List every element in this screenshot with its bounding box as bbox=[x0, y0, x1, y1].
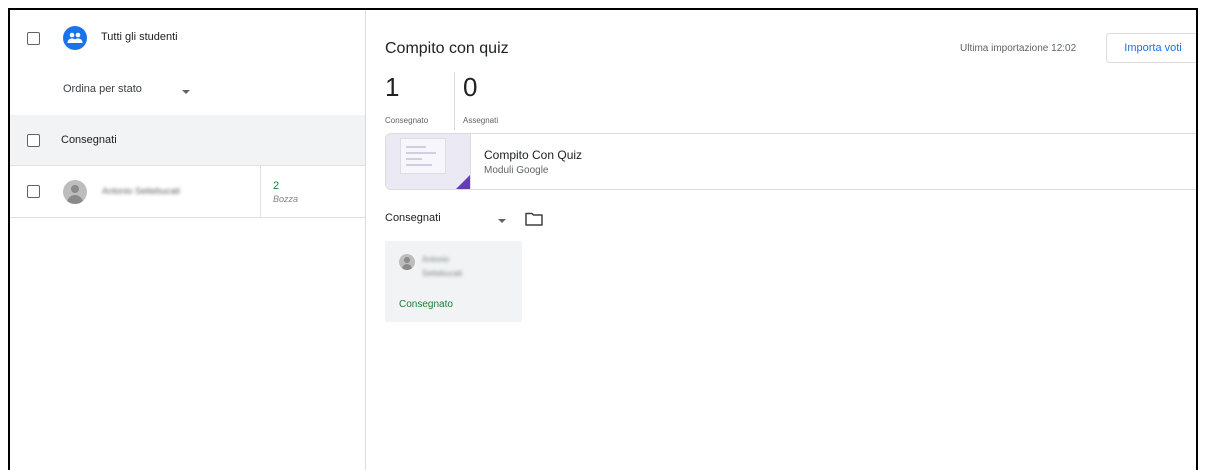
student-list-panel: Tutti gli studenti Ordina per stato Cons… bbox=[10, 10, 366, 470]
attachment-title: Compito Con Quiz bbox=[484, 148, 583, 162]
all-students-label: Tutti gli studenti bbox=[101, 31, 178, 43]
grade-status: Bozza bbox=[273, 194, 299, 204]
assignment-title: Compito con quiz bbox=[385, 40, 509, 57]
classroom-grading-window: Tutti gli studenti Ordina per stato Cons… bbox=[8, 8, 1198, 470]
select-all-checkbox[interactable] bbox=[27, 32, 40, 45]
turned-in-label: Consegnato bbox=[385, 116, 429, 125]
people-icon bbox=[63, 26, 87, 50]
group-label: Consegnati bbox=[61, 134, 117, 146]
student-name: Antonio Settebucati bbox=[102, 186, 181, 196]
student-row[interactable]: Antonio Settebucati 2 Bozza bbox=[10, 166, 365, 218]
turned-in-stat[interactable]: 1 Consegnato bbox=[385, 72, 453, 130]
filter-label: Consegnati bbox=[385, 212, 441, 224]
turned-in-count: 1 bbox=[385, 72, 400, 102]
attachment-subtitle: Moduli Google bbox=[484, 165, 549, 176]
all-students-row[interactable]: Tutti gli studenti bbox=[10, 10, 365, 70]
sort-label: Ordina per stato bbox=[63, 83, 142, 95]
assignment-panel: Compito con quiz Ultima importazione 12:… bbox=[366, 10, 1196, 470]
submission-card[interactable]: Antonio Settebucati Consegnato bbox=[385, 241, 522, 322]
form-thumbnail bbox=[386, 134, 471, 189]
submission-student-name: Antonio Settebucati bbox=[422, 255, 463, 278]
grade-cell[interactable]: 2 Bozza bbox=[260, 166, 366, 217]
assigned-count: 0 bbox=[463, 72, 478, 102]
group-header-turned-in[interactable]: Consegnati bbox=[10, 115, 365, 166]
grade-value: 2 bbox=[273, 180, 280, 192]
folder-icon[interactable] bbox=[525, 212, 543, 226]
last-import-text: Ultima importazione 12:02 bbox=[960, 43, 1077, 54]
assigned-label: Assegnati bbox=[463, 116, 499, 125]
chevron-down-icon bbox=[498, 219, 506, 223]
attachment-card[interactable]: Compito Con Quiz Moduli Google bbox=[385, 133, 1196, 190]
forms-icon bbox=[456, 175, 470, 189]
import-grades-button[interactable]: Importa voti bbox=[1106, 33, 1196, 63]
submission-status: Consegnato bbox=[399, 299, 453, 310]
student-checkbox[interactable] bbox=[27, 185, 40, 198]
avatar-icon bbox=[399, 254, 415, 270]
chevron-down-icon bbox=[182, 90, 190, 94]
group-checkbox[interactable] bbox=[27, 134, 40, 147]
assigned-stat[interactable]: 0 Assegnati bbox=[454, 72, 525, 130]
avatar-icon bbox=[63, 180, 87, 204]
